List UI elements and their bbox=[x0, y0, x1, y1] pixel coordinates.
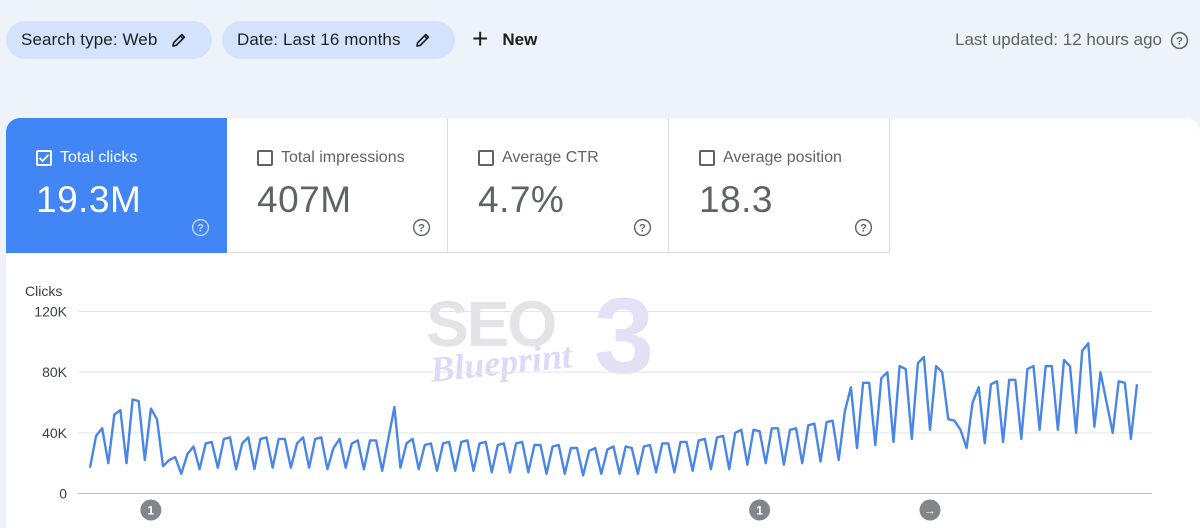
search-type-filter-chip[interactable]: Search type: Web bbox=[6, 21, 212, 59]
edit-pencil-icon bbox=[415, 33, 429, 47]
date-range-filter-chip[interactable]: Date: Last 16 months bbox=[222, 21, 455, 59]
clicks-line-chart: SEO 3 Blueprint 0 40K 80K 120K Clicks 1 1 → bbox=[25, 275, 1152, 521]
date-range-label: Date: Last 16 months bbox=[237, 30, 401, 49]
performance-card: Total clicks 19.3M ? Total impressions 4… bbox=[6, 118, 1200, 528]
annotation-label: 1 bbox=[148, 504, 155, 518]
watermark-number-text: 3 bbox=[594, 275, 654, 396]
search-type-label: Search type: Web bbox=[21, 30, 158, 49]
plus-icon: + bbox=[472, 22, 489, 54]
y-axis-label: Clicks bbox=[25, 283, 62, 299]
y-tick-label: 80K bbox=[42, 364, 68, 380]
seo-blueprint-watermark: SEO 3 Blueprint bbox=[426, 275, 654, 396]
annotation-label: → bbox=[924, 504, 936, 518]
y-axis-ticks: 0 40K 80K 120K bbox=[34, 304, 67, 502]
chart-annotations: 1 1 → bbox=[140, 499, 941, 521]
toolbar: Search type: Web Date: Last 16 months + … bbox=[0, 0, 1200, 80]
annotation-label: 1 bbox=[756, 504, 763, 518]
edit-pencil-icon bbox=[172, 33, 186, 47]
svg-text:?: ? bbox=[1176, 36, 1183, 48]
y-tick-label: 40K bbox=[42, 425, 68, 441]
new-filter-button[interactable]: + New bbox=[472, 21, 537, 59]
new-button-label: New bbox=[502, 30, 538, 49]
help-icon[interactable]: ? bbox=[1170, 31, 1189, 50]
y-tick-label: 120K bbox=[34, 304, 67, 320]
last-updated-text: Last updated: 12 hours ago bbox=[955, 30, 1162, 49]
y-tick-label: 0 bbox=[59, 486, 67, 502]
